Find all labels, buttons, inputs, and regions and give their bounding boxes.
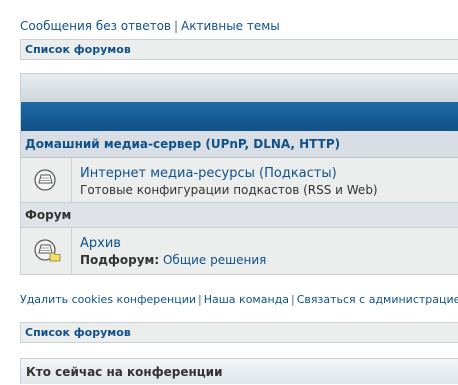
footer-links: Удалить cookies конференции | Наша команда… xyxy=(20,293,458,306)
forum-icon-cell xyxy=(21,228,72,274)
forum-title-link[interactable]: Архив xyxy=(80,236,458,252)
team-link[interactable]: Наша команда xyxy=(204,293,289,306)
forum-content: Архив Подфорум: Общие решения xyxy=(80,228,458,268)
delete-cookies-link[interactable]: Удалить cookies конференции xyxy=(20,293,196,306)
forum-read-icon xyxy=(34,169,56,191)
header-blue-band xyxy=(21,102,458,131)
separator: | xyxy=(174,19,179,33)
subforums-line: Подфорум: Общие решения xyxy=(80,252,458,268)
breadcrumb-bottom: Список форумов xyxy=(20,322,458,343)
forum-content: Интернет медиа-ресурсы (Подкасты) Готовы… xyxy=(80,158,458,198)
header-band xyxy=(21,73,458,102)
active-topics-link[interactable]: Активные темы xyxy=(181,19,280,33)
forum-row: Архив Подфорум: Общие решения xyxy=(21,228,458,275)
forum-index-link[interactable]: Список форумов xyxy=(25,43,131,56)
unanswered-posts-link[interactable]: Сообщения без ответов xyxy=(20,19,171,33)
category-link[interactable]: Домашний медиа-сервер (UPnP, DLNA, HTTP) xyxy=(25,137,340,151)
forum-list: Домашний медиа-сервер (UPnP, DLNA, HTTP)… xyxy=(20,73,458,275)
forum-description: Готовые конфигурации подкастов (RSS и We… xyxy=(80,183,378,197)
contact-admin-link[interactable]: Связаться с администрацией xyxy=(297,293,458,306)
forum-icon-cell xyxy=(21,158,72,202)
quick-links: Сообщения без ответов | Активные темы xyxy=(20,19,280,33)
breadcrumb-top: Список форумов xyxy=(20,39,458,60)
separator: | xyxy=(198,293,202,306)
forum-section-header: Форум xyxy=(21,203,458,228)
category-header: Домашний медиа-сервер (UPnP, DLNA, HTTP) xyxy=(21,131,458,158)
who-is-online-header: Кто сейчас на конференции xyxy=(20,358,458,384)
forum-subforum-icon xyxy=(34,239,61,262)
forum-index-link[interactable]: Список форумов xyxy=(25,326,131,339)
subforum-link[interactable]: Общие решения xyxy=(163,253,266,267)
forum-row: Интернет медиа-ресурсы (Подкасты) Готовы… xyxy=(21,158,458,203)
forum-title-link[interactable]: Интернет медиа-ресурсы (Подкасты) xyxy=(80,166,458,182)
subforum-label: Подфорум: xyxy=(80,253,160,267)
separator: | xyxy=(291,293,295,306)
